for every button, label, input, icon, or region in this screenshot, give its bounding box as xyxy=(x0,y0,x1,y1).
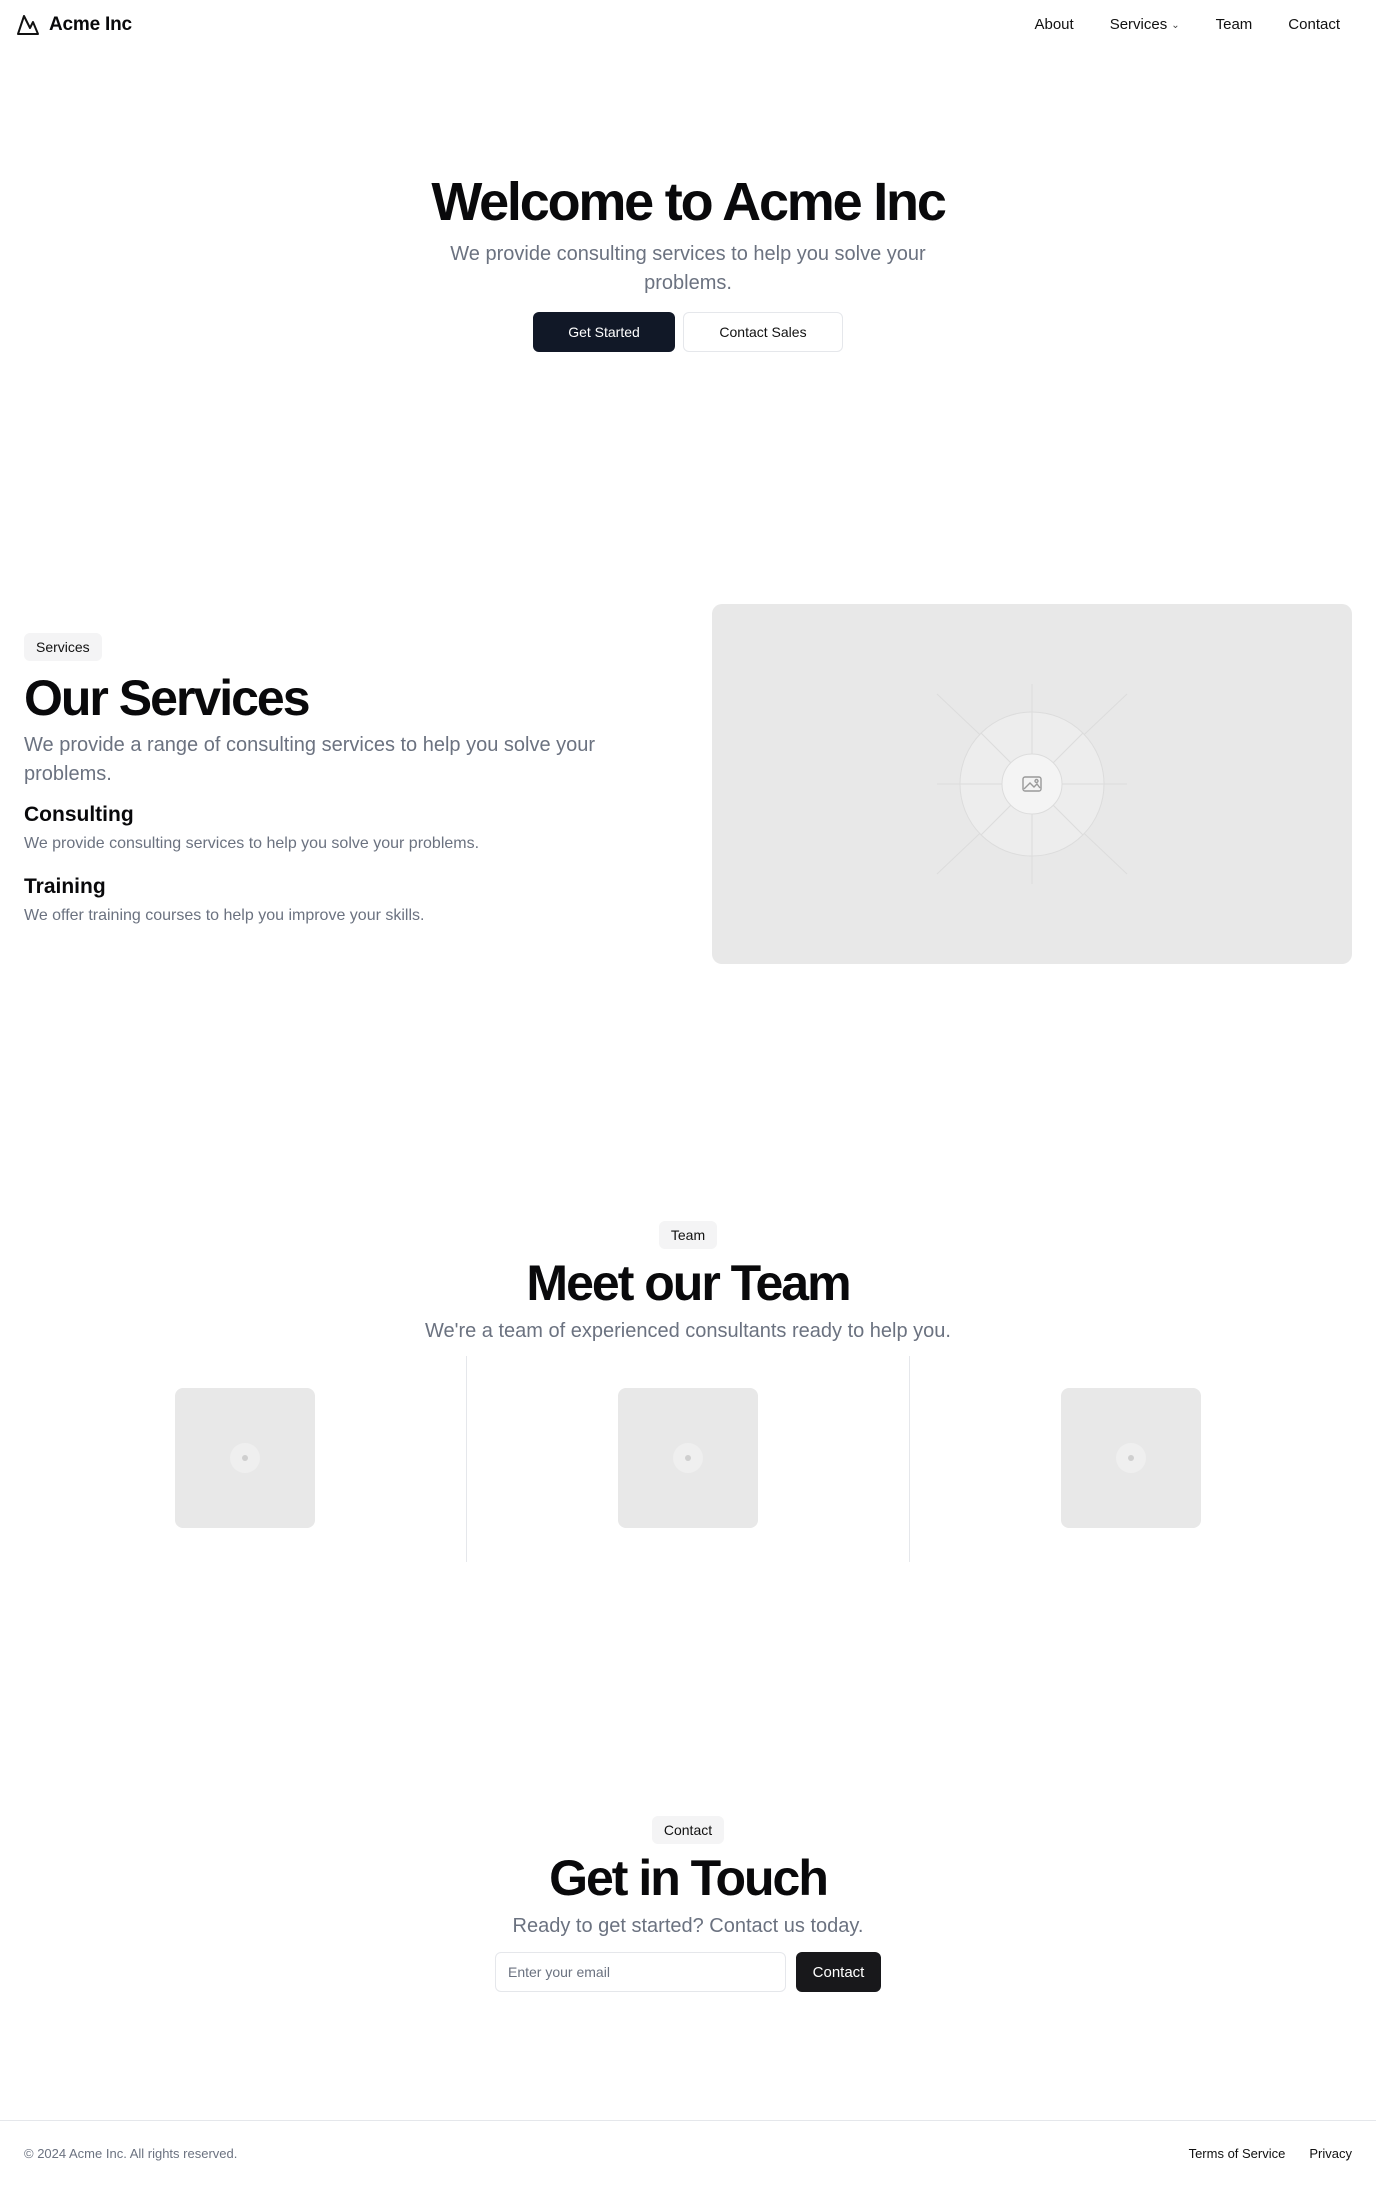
avatar-placeholder-icon xyxy=(673,1443,703,1473)
team-title: Meet our Team xyxy=(526,1255,851,1311)
footer-links: Terms of Service Privacy xyxy=(1189,2146,1352,2161)
email-field[interactable] xyxy=(495,1952,786,1992)
team-member-card xyxy=(467,1356,910,1562)
nav-contact-label: Contact xyxy=(1288,16,1340,33)
contact-title: Get in Touch xyxy=(549,1850,829,1906)
contact-sales-button[interactable]: Contact Sales xyxy=(683,312,843,352)
brand-name: Acme Inc xyxy=(49,14,132,35)
copyright-text: © 2024 Acme Inc. All rights reserved. xyxy=(24,2146,238,2161)
mountain-icon xyxy=(17,15,39,35)
hero-buttons: Get Started Contact Sales xyxy=(0,312,1376,352)
services-title: Our Services xyxy=(24,670,311,726)
team-section: Team Meet our Team We're a team of exper… xyxy=(0,1221,1376,1345)
site-header: Acme Inc About Services ⌄ Team Contact xyxy=(0,0,1376,52)
nav-services-label: Services xyxy=(1109,16,1168,33)
nav-contact[interactable]: Contact xyxy=(1270,16,1358,33)
image-placeholder-icon xyxy=(936,684,1128,884)
avatar-placeholder-icon xyxy=(230,1443,260,1473)
service-title: Training xyxy=(24,875,106,898)
nav-team[interactable]: Team xyxy=(1198,16,1271,33)
privacy-link[interactable]: Privacy xyxy=(1309,2146,1352,2161)
team-member-card xyxy=(910,1356,1352,1562)
main-nav: About Services ⌄ Team Contact xyxy=(1016,16,1358,33)
contact-form: Contact xyxy=(0,1952,1376,1992)
site-footer: © 2024 Acme Inc. All rights reserved. Te… xyxy=(0,2120,1376,2185)
services-image-placeholder xyxy=(712,604,1352,964)
team-member-card xyxy=(24,1356,467,1562)
contact-button[interactable]: Contact xyxy=(796,1952,881,1992)
avatar xyxy=(175,1388,315,1528)
avatar-placeholder-icon xyxy=(1116,1443,1146,1473)
terms-link[interactable]: Terms of Service xyxy=(1189,2146,1286,2161)
services-section: Services Our Services We provide a range… xyxy=(24,633,624,925)
nav-services[interactable]: Services ⌄ xyxy=(1092,16,1198,33)
service-title: Consulting xyxy=(24,803,134,826)
avatar xyxy=(618,1388,758,1528)
nav-about-label: About xyxy=(1034,16,1074,33)
hero-title: Welcome to Acme Inc xyxy=(431,172,947,232)
team-badge: Team xyxy=(658,1221,718,1249)
avatar xyxy=(1061,1388,1201,1528)
service-item-consulting: Consulting We provide consulting service… xyxy=(24,803,624,853)
service-description: We offer training courses to help you im… xyxy=(24,907,425,924)
nav-about[interactable]: About xyxy=(1016,16,1091,33)
hero-section: Welcome to Acme Inc We provide consultin… xyxy=(0,170,1376,352)
contact-badge: Contact xyxy=(651,1816,725,1844)
chevron-down-icon: ⌄ xyxy=(1171,20,1180,31)
get-started-button[interactable]: Get Started xyxy=(533,312,675,352)
brand-link[interactable]: Acme Inc xyxy=(16,13,132,37)
team-grid xyxy=(24,1356,1352,1562)
team-lead: We're a team of experienced consultants … xyxy=(425,1320,951,1342)
services-badge: Services xyxy=(24,633,102,661)
contact-section: Contact Get in Touch Ready to get starte… xyxy=(0,1816,1376,1992)
service-description: We provide consulting services to help y… xyxy=(24,835,480,852)
service-item-training: Training We offer training courses to he… xyxy=(24,875,624,925)
services-lead: We provide a range of consulting service… xyxy=(24,734,596,785)
hero-subtitle: We provide consulting services to help y… xyxy=(450,243,926,294)
contact-lead: Ready to get started? Contact us today. xyxy=(512,1915,864,1937)
nav-team-label: Team xyxy=(1215,16,1253,33)
